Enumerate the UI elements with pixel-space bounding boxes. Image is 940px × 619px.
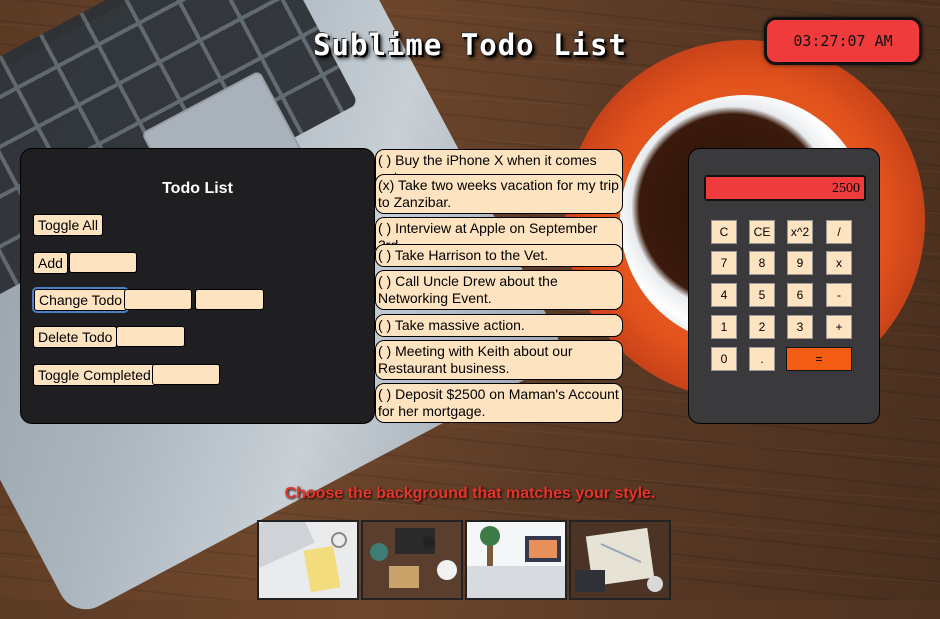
calc-key-5[interactable]: 5 [749, 283, 775, 307]
calc-key-decimal[interactable]: . [749, 347, 775, 371]
calc-key-equals[interactable]: = [786, 347, 852, 371]
calc-key-9[interactable]: 9 [787, 251, 813, 275]
calc-key-8[interactable]: 8 [749, 251, 775, 275]
todo-control-panel: Todo List Toggle All Add Change Todo Del… [20, 148, 375, 424]
calc-key-1[interactable]: 1 [711, 315, 737, 339]
todo-item: ( ) Take massive action. [375, 314, 623, 337]
calc-key-0[interactable]: 0 [711, 347, 737, 371]
add-todo-input[interactable] [69, 252, 137, 273]
calc-key-divide[interactable]: / [826, 220, 852, 244]
workspace-image [467, 522, 565, 598]
calc-key-4[interactable]: 4 [711, 283, 737, 307]
delete-todo-button[interactable]: Delete Todo [33, 326, 118, 348]
todo-panel-title: Todo List [162, 180, 233, 197]
background-thumbnail-travel[interactable] [569, 520, 671, 600]
todo-item: ( ) Take Harrison to the Vet. [375, 244, 623, 267]
todo-item: ( ) Deposit $2500 on Maman's Account for… [375, 383, 623, 423]
calc-key-6[interactable]: 6 [787, 283, 813, 307]
background-thumbnail-desk-white[interactable] [257, 520, 359, 600]
calc-key-clear[interactable]: C [711, 220, 737, 244]
calc-key-add[interactable]: + [826, 315, 852, 339]
calculator: 2500 C CE x^2 / 7 8 9 x 4 5 6 - 1 2 3 + … [688, 148, 880, 424]
calc-key-clear-entry[interactable]: CE [749, 220, 775, 244]
change-todo-button[interactable]: Change Todo [31, 287, 130, 313]
todo-item: ( ) Call Uncle Drew about the Networking… [375, 270, 623, 310]
todo-item: (x) Take two weeks vacation for my trip … [375, 174, 623, 214]
add-button[interactable]: Add [33, 252, 68, 274]
travel-map-image [571, 522, 669, 598]
change-text-input[interactable] [195, 289, 264, 310]
desk-white-image [259, 522, 357, 598]
calc-key-3[interactable]: 3 [787, 315, 813, 339]
calc-key-2[interactable]: 2 [749, 315, 775, 339]
todo-item: ( ) Meeting with Keith about our Restaur… [375, 340, 623, 380]
background-thumbnail-workspace[interactable] [465, 520, 567, 600]
background-thumbnail-typewriter[interactable] [361, 520, 463, 600]
toggle-position-input[interactable] [152, 364, 220, 385]
clock-display: 03:27:07 AM [764, 17, 922, 65]
typewriter-image [363, 522, 461, 598]
calculator-display: 2500 [704, 175, 866, 201]
calc-key-7[interactable]: 7 [711, 251, 737, 275]
calc-key-subtract[interactable]: - [826, 283, 852, 307]
calc-key-multiply[interactable]: x [826, 251, 852, 275]
delete-position-input[interactable] [116, 326, 185, 347]
background-chooser-hint: Choose the background that matches your … [284, 485, 656, 502]
toggle-completed-button[interactable]: Toggle Completed [33, 364, 156, 386]
change-position-input[interactable] [124, 289, 192, 310]
calc-key-square[interactable]: x^2 [787, 220, 813, 244]
toggle-all-button[interactable]: Toggle All [33, 214, 103, 236]
